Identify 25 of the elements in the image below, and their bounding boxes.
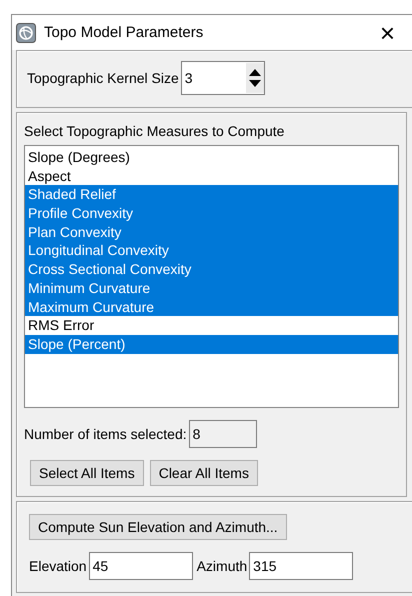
measures-list[interactable]: Slope (Degrees) Aspect Shaded Relief Profile Convexity Plan Convexity Longitudinal Convexity Cross Sectional Convexity Minimum Curvature Maximum Curvature RMS Error Slope (Percent) xyxy=(24,145,399,408)
list-item[interactable]: Slope (Percent) xyxy=(25,334,398,354)
elevation-label: Elevation xyxy=(29,558,87,574)
list-item[interactable]: Profile Convexity xyxy=(25,204,398,223)
select-all-button[interactable]: Select All Items xyxy=(30,460,144,486)
measures-title: Select Topographic Measures to Compute xyxy=(24,123,284,139)
kernel-size-label: Topographic Kernel Size xyxy=(27,70,179,86)
list-item[interactable]: Longitudinal Convexity xyxy=(25,241,398,260)
azimuth-field[interactable]: 315 xyxy=(249,552,354,580)
list-item[interactable]: Minimum Curvature xyxy=(25,278,398,298)
list-item[interactable]: Shaded Relief xyxy=(25,185,398,204)
list-item[interactable]: Plan Convexity xyxy=(25,222,398,242)
list-item[interactable]: Maximum Curvature xyxy=(25,298,398,316)
app-icon xyxy=(16,22,36,42)
elevation-field[interactable]: 45 xyxy=(88,552,193,580)
kernel-size-spinner[interactable]: 3 xyxy=(180,61,265,95)
clear-all-button[interactable]: Clear All Items xyxy=(150,460,258,486)
azimuth-label: Azimuth xyxy=(196,558,248,574)
count-label: Number of items selected: xyxy=(24,426,187,442)
compute-sun-button[interactable]: Compute Sun Elevation and Azimuth... xyxy=(29,514,287,540)
count-field: 8 xyxy=(188,420,257,448)
spin-arrows-icon[interactable] xyxy=(246,63,264,93)
list-item[interactable]: Cross Sectional Convexity xyxy=(25,260,398,279)
close-button[interactable]: × xyxy=(380,20,395,46)
window-title: Topo Model Parameters xyxy=(44,24,204,41)
